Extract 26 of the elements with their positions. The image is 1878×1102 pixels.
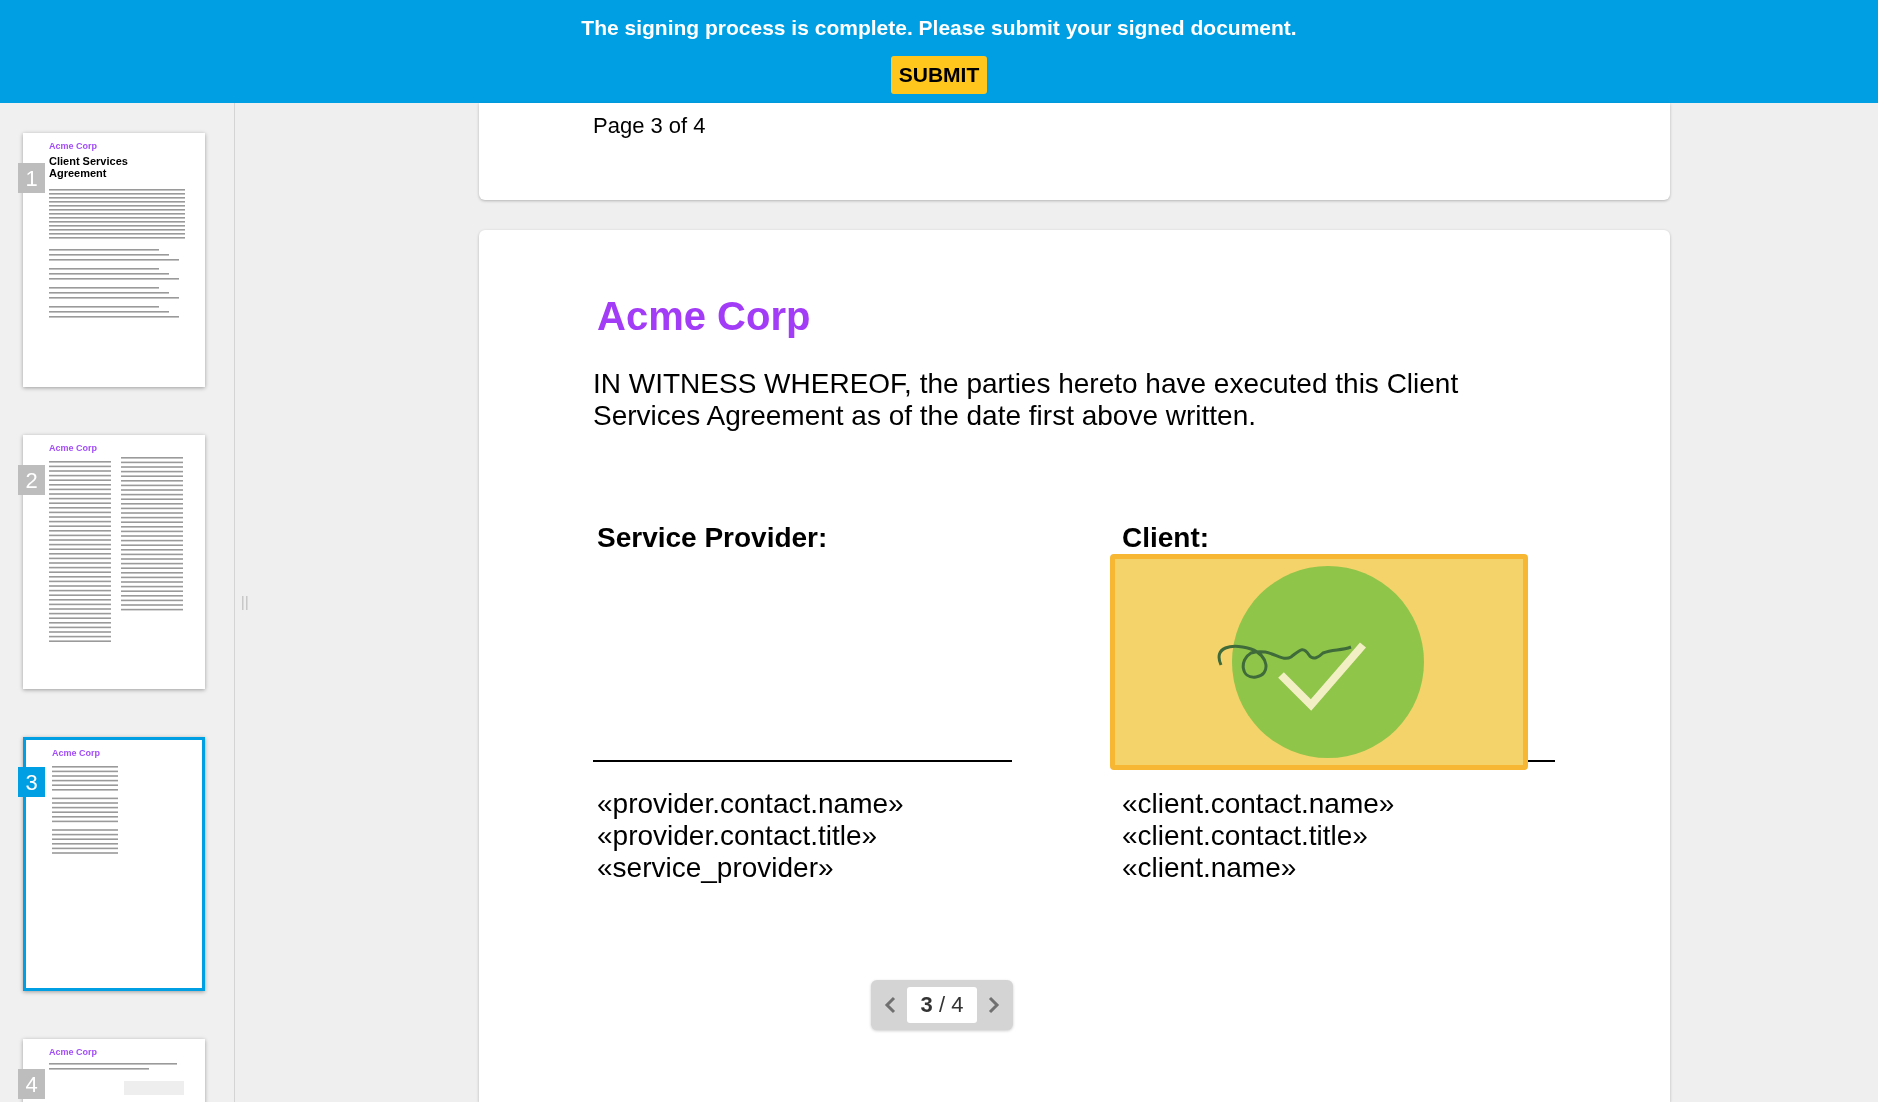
thumbnail-company: Acme Corp	[49, 1047, 98, 1057]
page-number-badge: 4	[18, 1069, 45, 1099]
page-footer: Page 3 of 4	[593, 113, 706, 138]
signature-heading: Client:	[1122, 522, 1211, 554]
thumbnail-company: Acme Corp	[49, 443, 98, 453]
signer-detail-text: «client.contact.title»	[1122, 820, 1368, 852]
witness-statement: IN WITNESS WHEREOF, the parties hereto have executed this Client Services Agreement as of the date first above written.	[593, 368, 1460, 432]
next-page-icon[interactable]	[987, 996, 1002, 1014]
signer-detail-text: «provider.contact.title»	[597, 820, 878, 852]
signer-detail-text: «client.contact.name»	[1122, 788, 1395, 820]
page-number-badge: 2	[18, 465, 45, 495]
previous-page-icon[interactable]	[882, 996, 897, 1014]
page-indicator: 3 / 4	[906, 987, 978, 1023]
signer-detail-text: «client.name»	[1122, 852, 1297, 884]
splitter-handle-icon[interactable]	[242, 595, 248, 610]
company-name: Acme Corp	[597, 293, 812, 340]
banner-message: The signing process is complete. Please submit your signed document.	[581, 15, 1297, 41]
thumbnail-title: Client Services Agreement	[49, 155, 129, 179]
page-number-badge: 3	[18, 767, 45, 797]
submit-button[interactable]: SUBMIT	[890, 55, 988, 94]
thumbnail-company: Acme Corp	[52, 748, 101, 758]
signer-detail-text: «service_provider»	[597, 852, 834, 884]
signature-heading: Service Provider:	[597, 522, 829, 554]
thumbnail-company: Acme Corp	[49, 141, 98, 151]
page-number-badge: 1	[18, 163, 45, 193]
signer-detail-text: «provider.contact.name»	[597, 788, 904, 820]
